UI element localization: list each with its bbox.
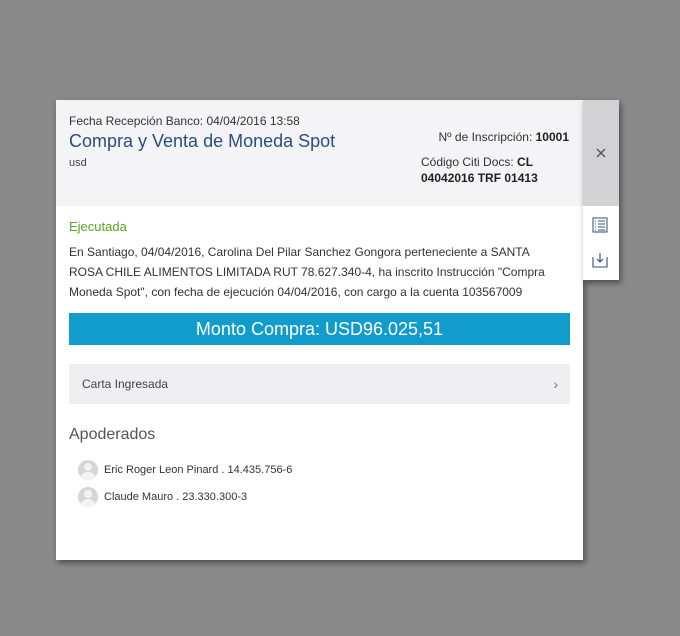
list-item: Eric Roger Leon Pinard . 14.435.756-6 bbox=[78, 456, 558, 483]
fecha-label: Fecha Recepción Banco: bbox=[69, 114, 204, 128]
apoderado-name: Eric Roger Leon Pinard . 14.435.756-6 bbox=[104, 463, 293, 476]
docs-value-1: CL bbox=[517, 155, 534, 169]
user-avatar-icon bbox=[78, 486, 98, 507]
apoderado-name: Claude Mauro . 23.330.300-3 bbox=[104, 490, 248, 503]
carta-ingresada-row[interactable]: Carta Ingresada › bbox=[69, 364, 570, 404]
citi-docs-code: Código Citi Docs: CL 04042016 TRF 01413 bbox=[421, 154, 571, 186]
card-header: Fecha Recepción Banco: 04/04/2016 13:58 … bbox=[56, 100, 583, 206]
fecha-value: 04/04/2016 13:58 bbox=[206, 114, 300, 128]
page-title: Compra y Venta de Moneda Spot bbox=[69, 131, 336, 151]
download-button[interactable] bbox=[591, 251, 609, 269]
currency-label: usd bbox=[69, 157, 87, 169]
status-label: Ejecutada bbox=[69, 219, 127, 234]
instruction-description: En Santiago, 04/04/2016, Carolina Del Pi… bbox=[69, 245, 545, 299]
chevron-right-icon: › bbox=[553, 376, 558, 392]
side-action-rail bbox=[583, 100, 619, 280]
apoderados-title: Apoderados bbox=[69, 426, 156, 443]
docs-label: Código Citi Docs: bbox=[421, 155, 514, 169]
close-button[interactable] bbox=[583, 100, 619, 206]
inscripcion-number: Nº de Inscripción: 10001 bbox=[439, 130, 569, 144]
list-icon bbox=[592, 217, 608, 233]
list-item: Claude Mauro . 23.330.300-3 bbox=[78, 483, 558, 510]
detail-card: Fecha Recepción Banco: 04/04/2016 13:58 … bbox=[56, 100, 583, 560]
inscripcion-label: Nº de Inscripción: bbox=[438, 130, 533, 144]
fecha-recepcion: Fecha Recepción Banco: 04/04/2016 13:58 bbox=[69, 114, 300, 128]
docs-value-2: 04042016 TRF 01413 bbox=[421, 171, 538, 185]
list-button[interactable] bbox=[591, 216, 609, 234]
close-icon bbox=[596, 148, 606, 158]
user-avatar-icon bbox=[78, 459, 98, 480]
amount-label: Monto Compra: USD96.025,51 bbox=[195, 318, 444, 339]
apoderados-list: Eric Roger Leon Pinard . 14.435.756-6 Cl… bbox=[78, 456, 558, 510]
download-icon bbox=[592, 253, 608, 268]
amount-banner: Monto Compra: USD96.025,51 bbox=[69, 313, 570, 345]
carta-label: Carta Ingresada bbox=[82, 377, 169, 391]
inscripcion-value: 10001 bbox=[535, 130, 569, 144]
